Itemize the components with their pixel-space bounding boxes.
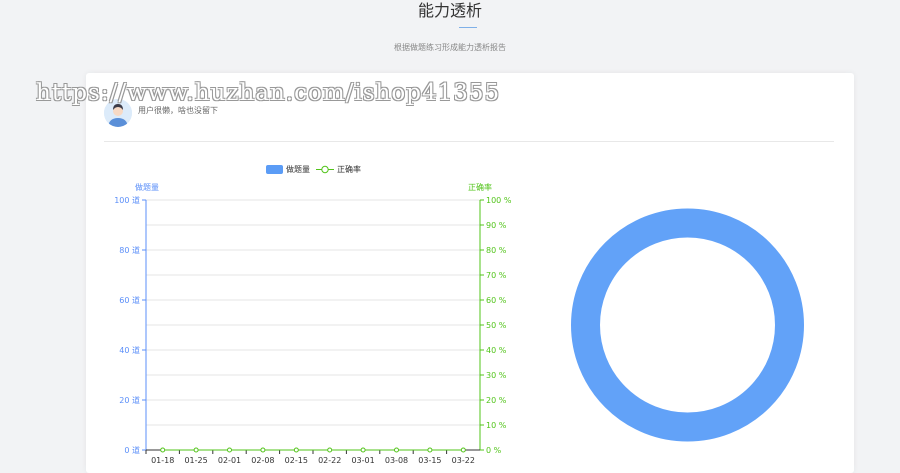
left-axis-tick-label: 40 道 xyxy=(119,345,140,355)
legend-rate-label: 正确率 xyxy=(337,164,361,174)
x-axis-tick-label: 02-01 xyxy=(218,456,241,463)
x-axis-tick-label: 01-25 xyxy=(184,456,207,463)
right-axis-tick-label: 40 % xyxy=(486,346,507,355)
x-axis-tick-label: 03-15 xyxy=(418,456,441,463)
x-axis-tick-label: 01-18 xyxy=(151,456,174,463)
right-axis-tick-label: 100 % xyxy=(486,196,512,205)
right-axis-tick-label: 0 % xyxy=(486,446,502,455)
x-axis-tick-label: 03-22 xyxy=(452,456,475,463)
donut-chart-ring xyxy=(571,208,804,442)
watermark: https://www.huzhan.com/ishop41355 xyxy=(36,80,501,106)
rate-point[interactable] xyxy=(394,447,399,453)
right-axis-tick-label: 70 % xyxy=(486,271,507,280)
right-axis-tick-label: 50 % xyxy=(486,321,507,330)
left-axis-title: 做题量 xyxy=(135,182,159,192)
rate-point[interactable] xyxy=(160,447,166,453)
right-axis-tick-label: 60 % xyxy=(486,296,507,305)
left-axis-tick-label: 100 道 xyxy=(114,195,140,205)
right-axis-tick-label: 30 % xyxy=(486,371,507,380)
rate-point[interactable] xyxy=(193,447,199,453)
rate-point[interactable] xyxy=(360,447,366,453)
practice-chart: 做题量 正确率 做题量 正确率 0 道 20 道 40 道 60 道 80 道 100 道… xyxy=(114,164,804,463)
right-axis-title: 正确率 xyxy=(468,182,492,192)
x-axis-tick-label: 02-15 xyxy=(285,456,308,463)
legend-rate-marker xyxy=(321,165,329,174)
rate-point[interactable] xyxy=(327,447,333,453)
x-axis-tick-label: 03-01 xyxy=(351,456,374,463)
rate-point[interactable] xyxy=(293,447,299,453)
right-axis-tick-label: 10 % xyxy=(486,421,507,430)
left-axis-tick-label: 60 道 xyxy=(119,295,140,305)
rate-point[interactable] xyxy=(427,447,433,453)
right-axis-tick-label: 80 % xyxy=(486,246,507,255)
left-axis-tick-label: 80 道 xyxy=(119,245,140,255)
left-axis-tick-label: 20 道 xyxy=(119,395,140,405)
right-axis-tick-label: 90 % xyxy=(486,221,507,230)
rate-point[interactable] xyxy=(227,447,232,453)
legend-count-label: 做题量 xyxy=(286,164,310,174)
rate-point[interactable] xyxy=(460,447,466,453)
right-axis-tick-label: 20 % xyxy=(486,396,507,405)
legend-count-swatch xyxy=(266,165,283,174)
x-axis-tick-label: 02-22 xyxy=(318,456,341,463)
x-axis-tick-label: 03-08 xyxy=(385,456,408,463)
left-axis-tick-label: 0 道 xyxy=(124,445,140,455)
x-axis-tick-label: 02-08 xyxy=(251,456,274,463)
rate-point[interactable] xyxy=(260,447,266,453)
chart-legend[interactable]: 做题量 正确率 xyxy=(266,164,361,174)
